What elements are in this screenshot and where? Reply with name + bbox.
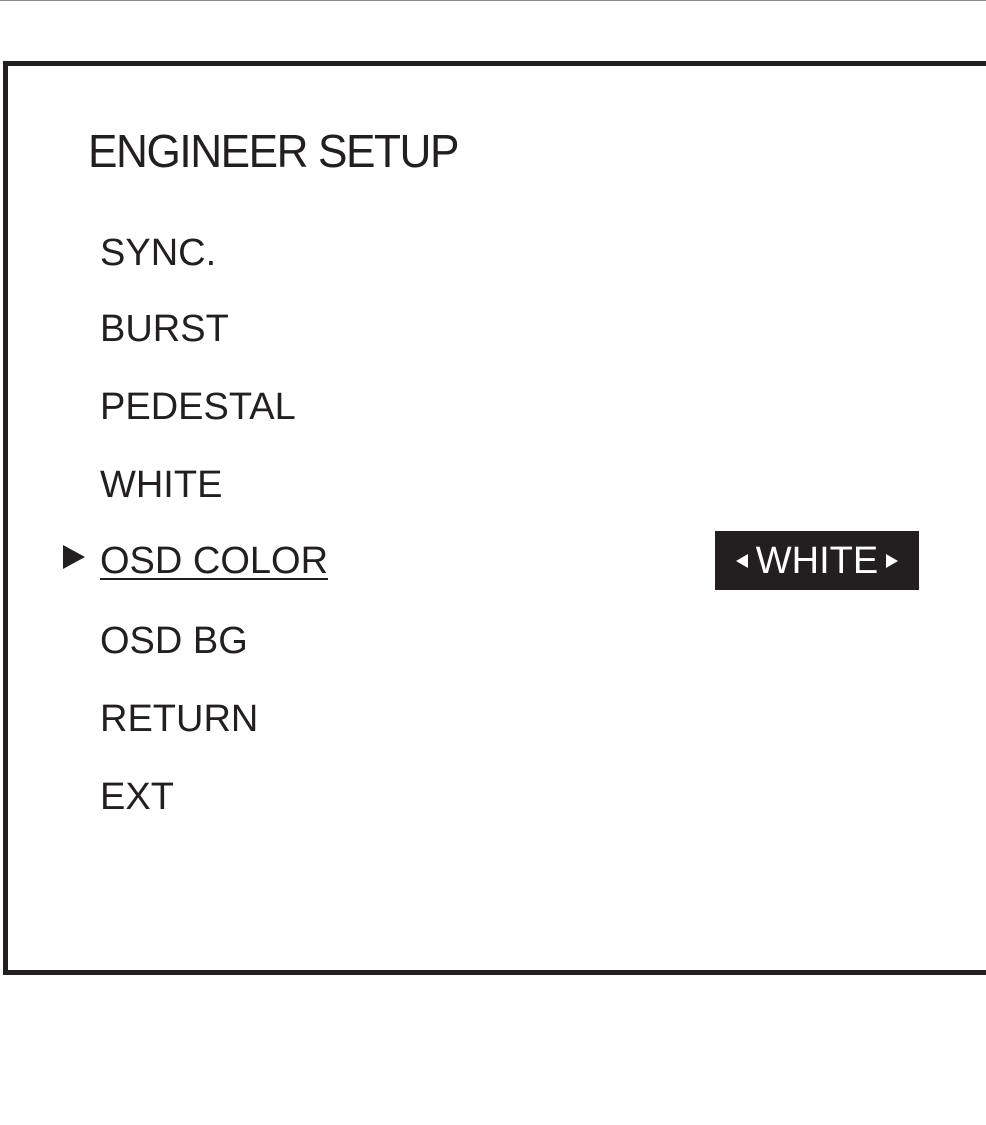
menu-item-osd-color[interactable]: OSD COLOR xyxy=(100,542,328,580)
arrow-right-icon[interactable] xyxy=(886,553,899,568)
arrow-left-icon[interactable] xyxy=(735,553,748,568)
menu-item-label: SYNC. xyxy=(100,232,217,274)
menu-item-sync[interactable]: SYNC. xyxy=(100,234,216,272)
osd-color-value-selector[interactable]: WHITE xyxy=(715,531,919,590)
top-divider xyxy=(0,0,986,1)
menu-item-label: BURST xyxy=(100,308,229,350)
pointer-icon xyxy=(63,545,85,569)
menu-item-label: OSD BG xyxy=(100,620,248,662)
menu-item-label: RETURN xyxy=(100,698,259,740)
menu-item-ext[interactable]: EXT xyxy=(100,778,174,816)
osd-menu-frame xyxy=(3,61,986,975)
menu-item-white[interactable]: WHITE xyxy=(100,466,222,504)
menu-item-label: OSD COLOR xyxy=(100,540,329,582)
menu-item-osd-bg[interactable]: OSD BG xyxy=(100,622,248,660)
menu-item-label: WHITE xyxy=(100,464,223,506)
menu-item-burst[interactable]: BURST xyxy=(100,310,229,348)
menu-item-pedestal[interactable]: PEDESTAL xyxy=(100,388,296,426)
menu-title: ENGINEER SETUP xyxy=(88,125,459,177)
osd-color-value: WHITE xyxy=(755,539,879,582)
menu-item-label: PEDESTAL xyxy=(100,386,296,428)
menu-item-label: EXT xyxy=(100,776,174,818)
menu-item-return[interactable]: RETURN xyxy=(100,700,258,738)
